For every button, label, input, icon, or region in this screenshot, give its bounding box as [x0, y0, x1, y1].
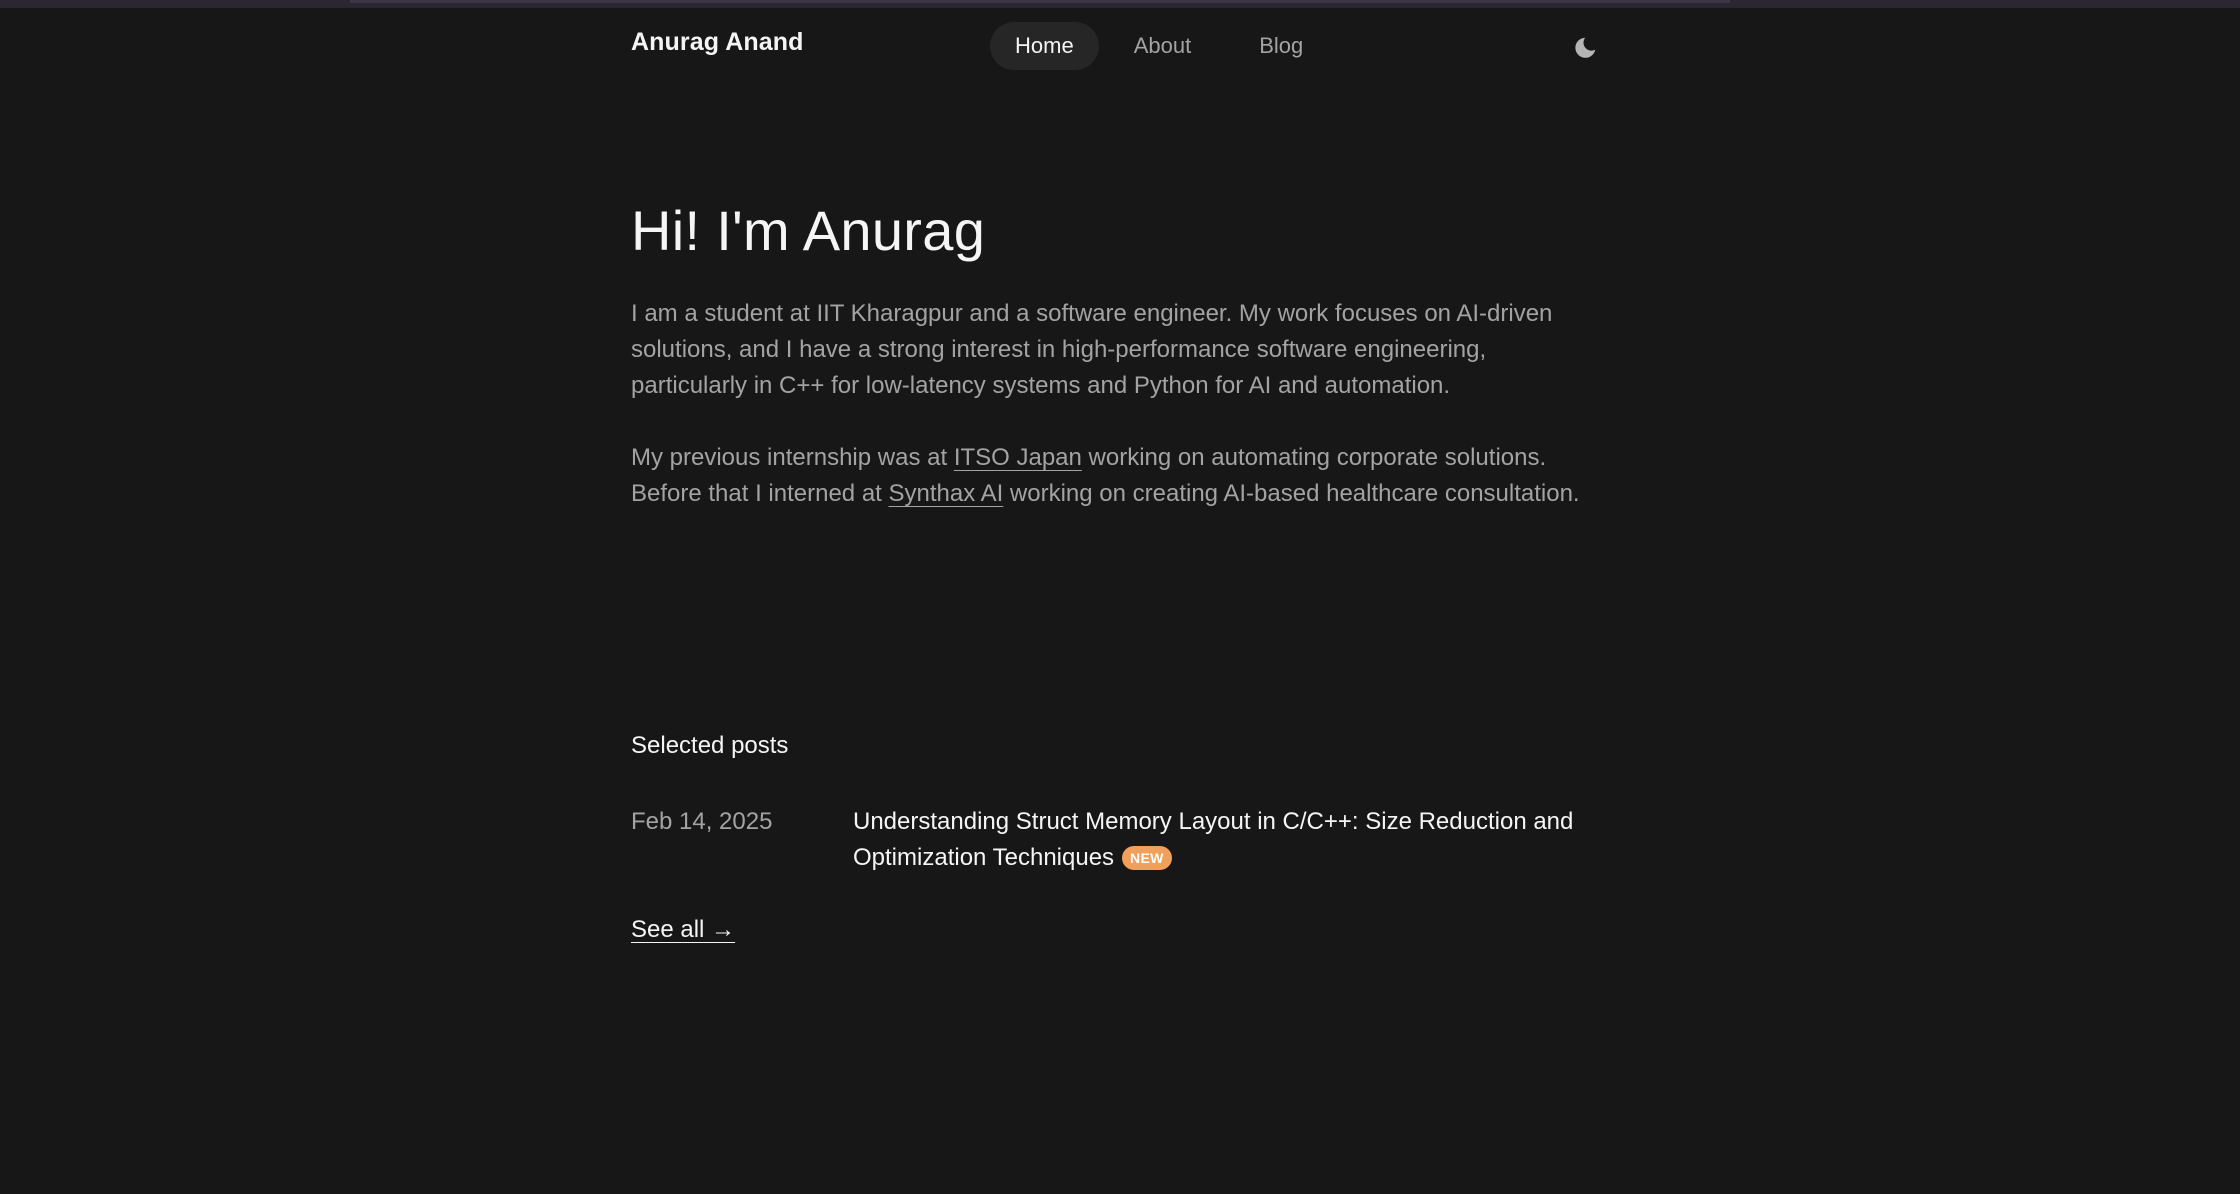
see-all-posts-link[interactable]: See all →	[631, 916, 735, 944]
new-badge: NEW	[1122, 846, 1172, 870]
itso-japan-link[interactable]: ITSO Japan	[954, 444, 1082, 471]
page-container: Anurag Anand Home About Blog Hi! I'm Anu…	[631, 0, 1597, 943]
selected-posts-heading: Selected posts	[631, 732, 789, 759]
intro-section: I am a student at IIT Kharagpur and a so…	[631, 296, 1597, 548]
intro-paragraph-1: I am a student at IIT Kharagpur and a so…	[631, 300, 1553, 399]
post-date: Feb 14, 2025	[631, 808, 773, 835]
theme-toggle-button[interactable]	[1571, 34, 1599, 62]
site-brand-link[interactable]: Anurag Anand	[631, 28, 804, 57]
synthax-ai-link[interactable]: Synthax AI	[889, 480, 1004, 507]
nav-home-link[interactable]: Home	[990, 22, 1099, 70]
post-title-link[interactable]: Understanding Struct Memory Layout in C/…	[853, 804, 1597, 876]
moon-icon	[1575, 37, 1596, 58]
post-title-text: Understanding Struct Memory Layout in C/…	[853, 808, 1574, 871]
intro-paragraph-2: My previous internship was at ITSO Japan…	[631, 440, 1597, 512]
nav-about-link[interactable]: About	[1109, 22, 1217, 70]
intro-text: My previous internship was at	[631, 444, 954, 471]
page-title: Hi! I'm Anurag	[631, 199, 986, 262]
intro-text: working on creating AI-based healthcare …	[1003, 480, 1580, 507]
nav-blog-link[interactable]: Blog	[1234, 22, 1328, 70]
site-header: Anurag Anand Home About Blog	[631, 0, 1597, 94]
main-nav: Home About Blog	[990, 22, 1328, 70]
